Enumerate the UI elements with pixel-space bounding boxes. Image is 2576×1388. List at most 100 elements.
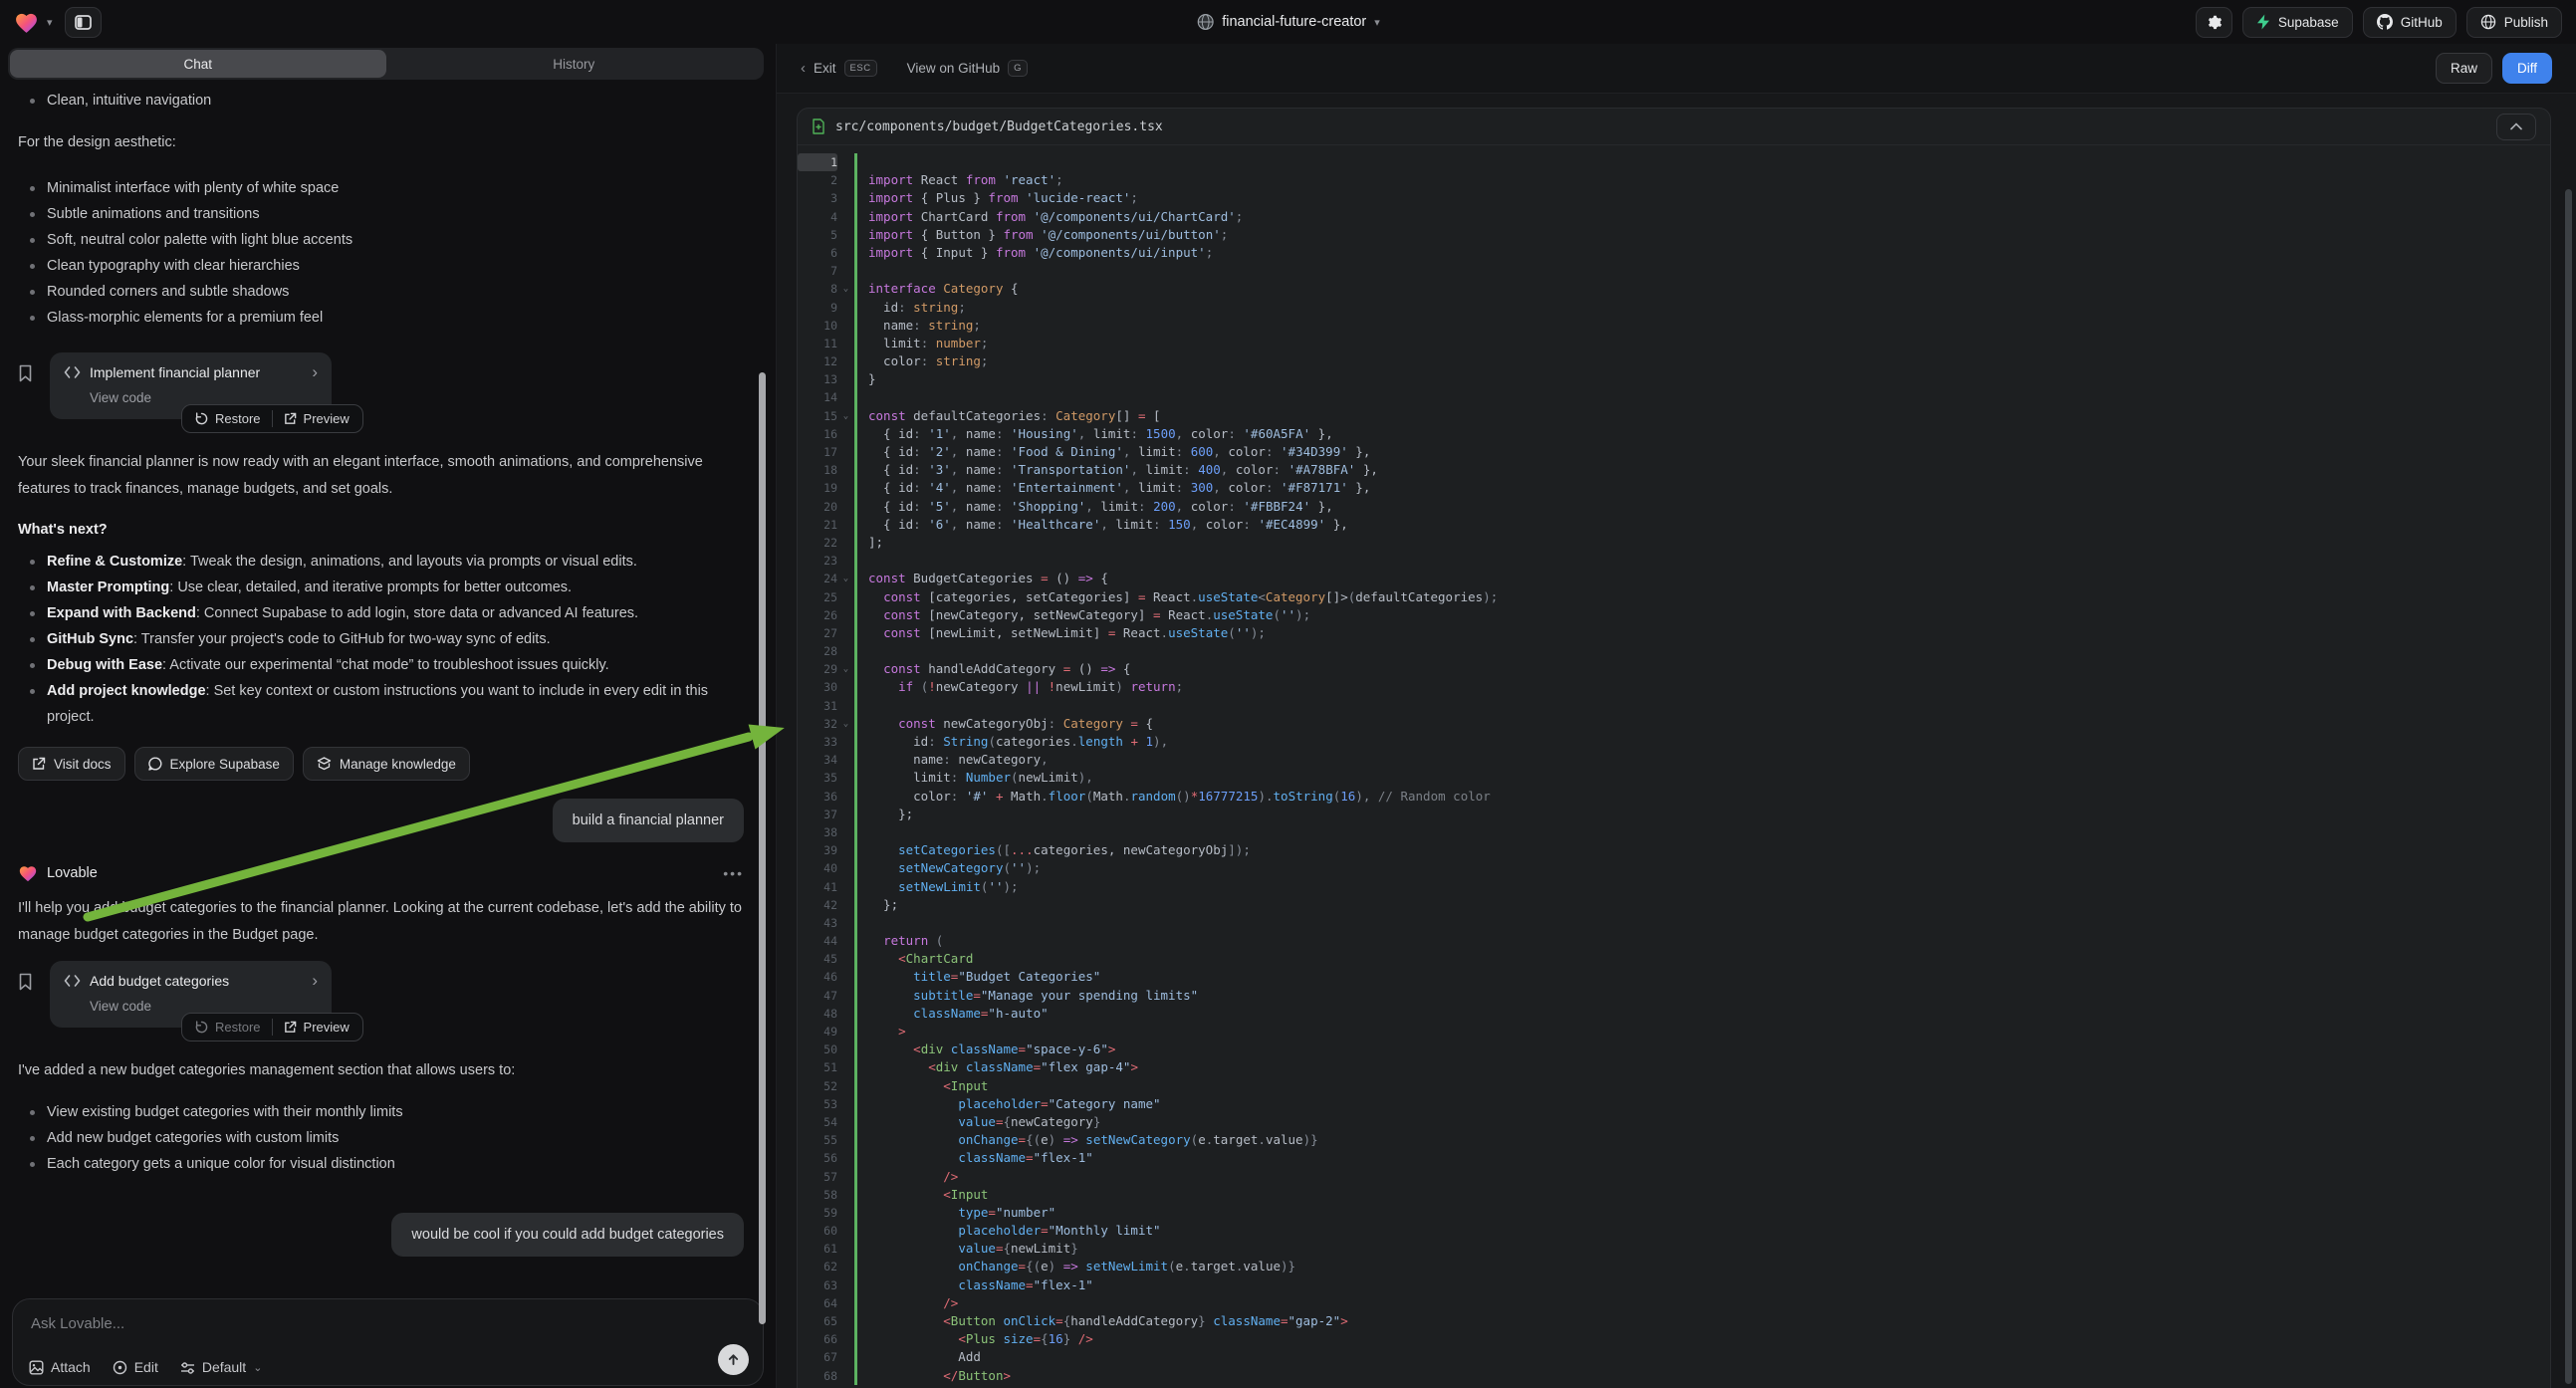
restore-preview-pill: Restore Preview [181,1013,363,1041]
code-line: 4import ChartCard from '@/components/ui/… [798,208,2550,226]
supabase-label: Supabase [2278,15,2339,30]
design-bullet-list: Minimalist interface with plenty of whit… [18,175,744,331]
exit-button[interactable]: ‹ Exit esc [801,60,877,77]
file-diff-card: src/components/budget/BudgetCategories.t… [797,108,2551,1388]
code-line: 24⌄const BudgetCategories = () => { [798,570,2550,587]
edit-button[interactable]: Edit [113,1359,158,1375]
view-on-github-button[interactable]: View on GitHub G [907,60,1028,77]
code-line: 31 [798,697,2550,715]
code-line: 65 <Button onClick={handleAddCategory} c… [798,1312,2550,1330]
code-icon [64,975,81,987]
mode-select[interactable]: Default ⌄ [180,1359,263,1375]
tab-chat[interactable]: Chat [10,50,386,78]
project-globe-icon [1196,13,1214,31]
list-item: Clean typography with clear hierarchies [18,253,744,279]
collapse-file-button[interactable] [2496,114,2536,140]
code-line: 26 const [newCategory, setNewCategory] =… [798,606,2550,624]
prompt-composer[interactable]: Ask Lovable... Attach Edit [12,1298,764,1386]
code-line: 66 <Plus size={16} /> [798,1330,2550,1348]
code-line: 1 [798,153,2550,171]
code-scrollbar[interactable] [2565,189,2572,1384]
assistant-header: Lovable ••• [18,864,744,882]
chevron-right-icon: › [312,365,318,379]
code-lines[interactable]: 12import React from 'react';3import { Pl… [798,145,2550,1385]
code-line: 53 placeholder="Category name" [798,1095,2550,1113]
code-line: 40 setNewCategory(''); [798,859,2550,877]
project-switcher[interactable]: financial-future-creator ▾ [1196,0,1380,44]
chat-scrollbar[interactable] [759,372,766,1324]
chat-bubble-icon [148,757,162,771]
preview-button[interactable]: Preview [273,411,360,426]
version-card-add-budget-categories[interactable]: Add budget categories › View code Restor… [50,961,332,1028]
code-line: 10 name: string; [798,317,2550,335]
message-more-button[interactable]: ••• [723,865,744,881]
attach-button[interactable]: Attach [29,1359,91,1375]
restore-icon [195,412,208,425]
code-line: 46 title="Budget Categories" [798,968,2550,986]
external-link-icon [284,1021,297,1034]
file-header[interactable]: src/components/budget/BudgetCategories.t… [798,109,2550,145]
preview-button[interactable]: Preview [273,1020,360,1035]
code-line: 28 [798,642,2550,660]
code-line: 23 [798,552,2550,570]
code-line: 61 value={newLimit} [798,1240,2550,1258]
code-line: 64 /> [798,1294,2550,1312]
view-code-link[interactable]: View code [90,390,318,405]
workspace-chevron-down-icon[interactable]: ▾ [47,16,53,29]
chat-panel: Chat History Clean, intuitive navigation… [0,44,777,1388]
code-line: 44 return ( [798,932,2550,950]
code-line: 38 [798,823,2550,841]
image-icon [29,1360,44,1375]
code-line: 59 type="number" [798,1204,2550,1222]
code-line: 51 <div className="flex gap-4"> [798,1058,2550,1076]
list-item: Subtle animations and transitions [18,201,744,227]
raw-button[interactable]: Raw [2436,53,2492,84]
chevron-down-icon: ⌄ [253,1361,262,1374]
toggle-sidebar-button[interactable] [65,7,102,38]
send-button[interactable] [718,1344,749,1375]
code-line: 20 { id: '5', name: 'Shopping', limit: 2… [798,498,2550,516]
visit-docs-button[interactable]: Visit docs [18,747,125,781]
tab-history[interactable]: History [386,50,763,78]
manage-knowledge-button[interactable]: Manage knowledge [303,747,470,781]
code-line: 39 setCategories([...categories, newCate… [798,841,2550,859]
explore-supabase-button[interactable]: Explore Supabase [134,747,294,781]
version-card-implement-financial-planner[interactable]: Implement financial planner › View code … [50,352,332,419]
diff-button[interactable]: Diff [2502,53,2552,84]
supabase-button[interactable]: Supabase [2242,7,2353,38]
code-line: 18 { id: '3', name: 'Transportation', li… [798,461,2550,479]
bookmark-icon[interactable] [18,961,50,1028]
code-line: 37 }; [798,806,2550,823]
settings-button[interactable] [2196,7,2232,38]
list-item: GitHub Sync: Transfer your project's cod… [18,626,735,652]
code-line: 29⌄ const handleAddCategory = () => { [798,660,2550,678]
list-item: Refine & Customize: Tweak the design, an… [18,549,735,575]
code-line: 36 color: '#' + Math.floor(Math.random()… [798,788,2550,806]
code-line: 48 className="h-auto" [798,1005,2550,1023]
prompt-input[interactable]: Ask Lovable... [31,1315,745,1332]
restore-button[interactable]: Restore [184,411,272,426]
code-line: 57 /> [798,1168,2550,1186]
whats-next-heading: What's next? [18,517,744,544]
assistant-name: Lovable [47,865,98,881]
restore-button[interactable]: Restore [184,1020,272,1035]
chevron-left-icon: ‹ [801,60,806,77]
github-icon [2377,14,2393,30]
external-link-icon [32,757,46,771]
view-code-link[interactable]: View code [90,999,318,1014]
code-line: 68 </Button> [798,1367,2550,1385]
bookmark-icon[interactable] [18,352,50,419]
github-button[interactable]: GitHub [2363,7,2457,38]
code-line: 42 }; [798,896,2550,914]
history-entry: Implement financial planner › View code … [18,352,744,419]
version-title: Add budget categories [90,973,303,989]
whats-next-list: Refine & Customize: Tweak the design, an… [18,549,735,730]
code-toolbar: ‹ Exit esc View on GitHub G Raw Diff [777,44,2576,94]
code-line: 22]; [798,534,2550,552]
code-line: 13} [798,370,2550,388]
code-line: 35 limit: Number(newLimit), [798,769,2550,787]
code-line: 15⌄const defaultCategories: Category[] =… [798,407,2550,425]
publish-button[interactable]: Publish [2466,7,2562,38]
lovable-logo-icon[interactable] [14,11,39,34]
code-line: 52 <Input [798,1077,2550,1095]
